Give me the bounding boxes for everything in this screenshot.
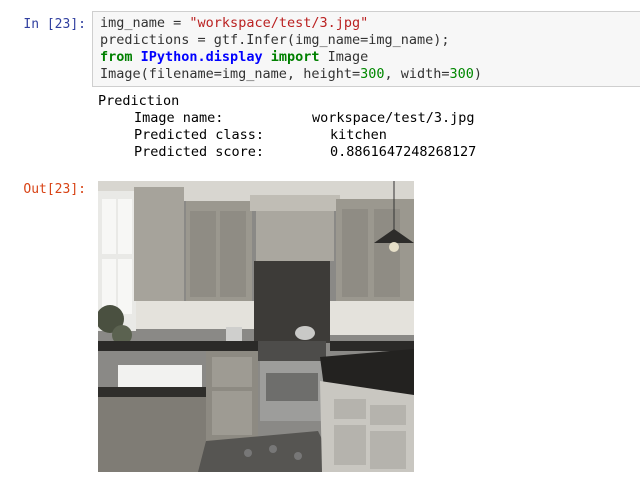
code-module: IPython.display	[140, 49, 263, 65]
code-number: 300	[360, 66, 385, 82]
prediction-heading: Prediction	[98, 93, 180, 109]
image-name-label: Image name:	[134, 110, 224, 126]
kitchen-photo-illustration	[98, 181, 414, 472]
predicted-score-value: 0.8861647248268127	[330, 144, 477, 160]
code-token: , width=	[384, 66, 450, 82]
code-token: )	[473, 66, 483, 82]
predicted-score-label: Predicted score:	[134, 144, 265, 160]
code-token: img_name	[100, 15, 166, 31]
code-token: Image(filename=img_name, height=	[100, 66, 361, 82]
predicted-class-label: Predicted class:	[134, 127, 265, 143]
code-line-4: Image(filename=img_name, height=300, wid…	[100, 66, 482, 83]
code-token: Image	[327, 49, 369, 65]
code-keyword-import: import	[270, 49, 320, 65]
code-input-area[interactable]: img_name = "workspace/test/3.jpg" predic…	[92, 11, 640, 87]
stdout-output: Prediction Image name: workspace/test/3.…	[98, 93, 638, 161]
code-number: 300	[449, 66, 474, 82]
code-token: =	[165, 15, 190, 31]
code-string: "workspace/test/3.jpg"	[189, 15, 369, 31]
code-line-1: img_name = "workspace/test/3.jpg"	[100, 15, 368, 32]
input-prompt: In [23]:	[23, 17, 86, 32]
predicted-class-value: kitchen	[330, 127, 387, 143]
code-keyword-from: from	[100, 49, 133, 65]
code-line-2: predictions = gtf.Infer(img_name=img_nam…	[100, 32, 450, 48]
output-prompt: Out[23]:	[23, 182, 86, 197]
kitchen-image	[98, 181, 414, 472]
image-name-value: workspace/test/3.jpg	[312, 110, 475, 126]
code-line-3: from IPython.display import Image	[100, 49, 368, 66]
